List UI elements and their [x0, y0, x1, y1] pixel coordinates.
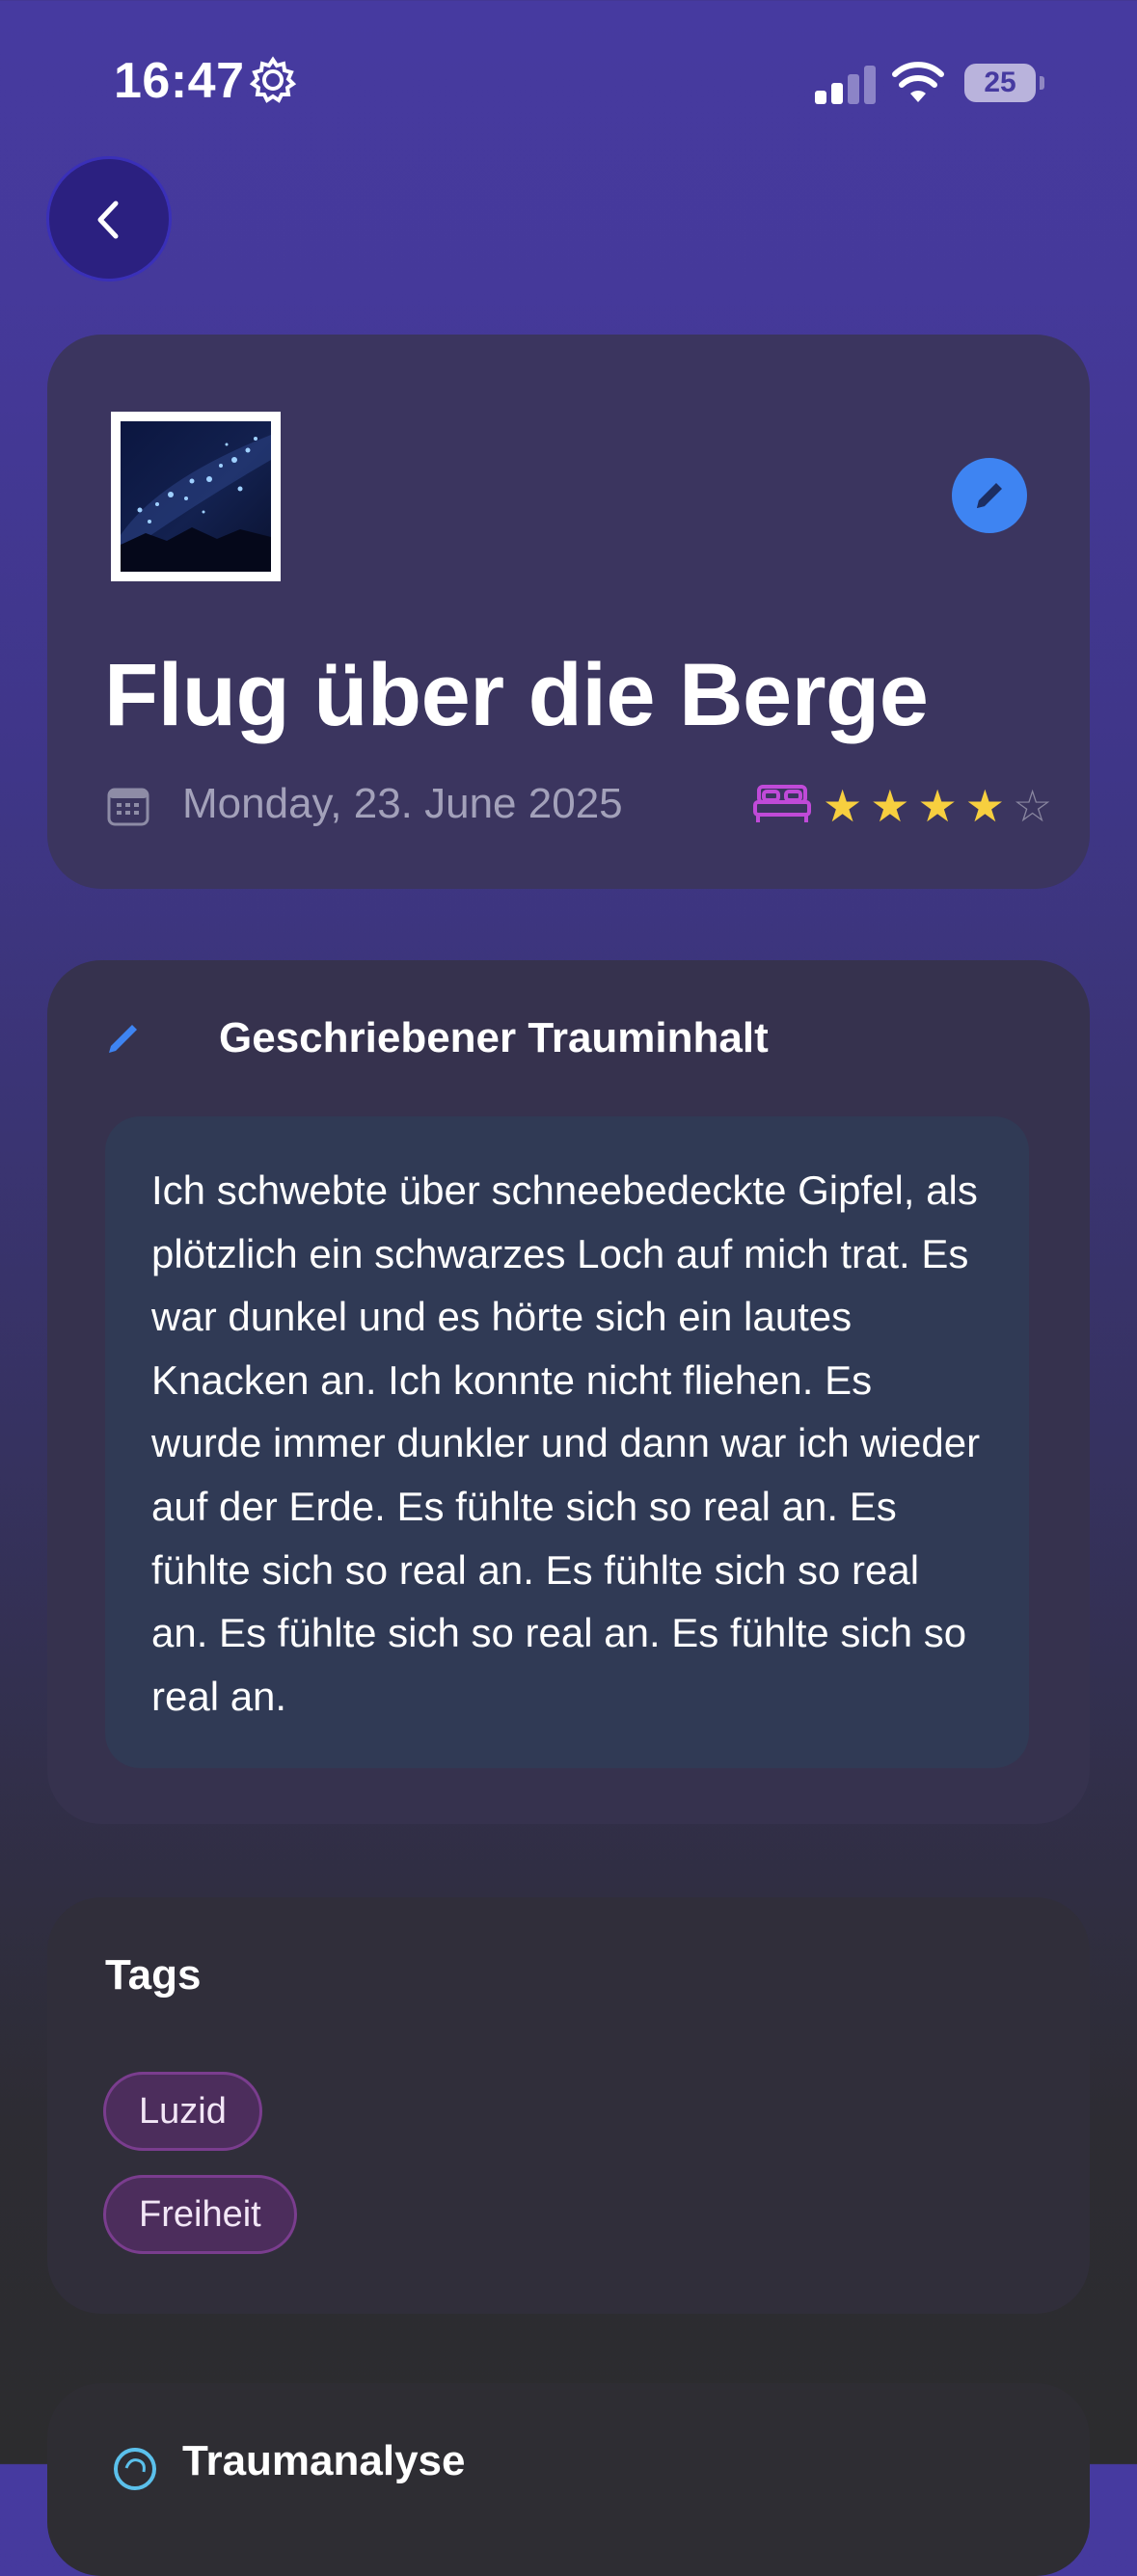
gear-icon — [249, 56, 297, 103]
pencil-icon — [109, 1025, 137, 1053]
chevron-left-icon — [97, 201, 119, 239]
back-button[interactable] — [46, 156, 172, 282]
sleep-quality-rating: ★★★★☆ — [823, 780, 1060, 832]
dream-analysis-card: Traumanalyse — [47, 2383, 1090, 2576]
dream-text-box: Ich schwebte über schneebedeckte Gipfel,… — [105, 1116, 1029, 1768]
rating-stars-empty: ☆ — [1012, 781, 1061, 831]
battery-indicator: 25 — [964, 64, 1036, 102]
tag-chip[interactable]: Freiheit — [103, 2175, 297, 2254]
analysis-title: Traumanalyse — [182, 2437, 466, 2484]
status-bar: 16:47 25 — [0, 0, 1137, 164]
status-time: 16:47 — [114, 53, 245, 109]
rating-stars-filled: ★★★★ — [823, 781, 1013, 831]
dream-content-card: Geschriebener Trauminhalt Ich schwebte ü… — [47, 960, 1090, 1824]
content-section-title: Geschriebener Trauminhalt — [219, 1014, 769, 1061]
dream-title: Flug über die Berge — [104, 646, 929, 744]
night-sky-image — [121, 421, 271, 572]
wifi-icon — [892, 62, 944, 102]
calendar-icon — [107, 788, 149, 826]
dream-text: Ich schwebte über schneebedeckte Gipfel,… — [151, 1167, 981, 1719]
battery-tip — [1040, 76, 1044, 90]
tags-card: Tags Luzid Freiheit — [47, 1897, 1090, 2314]
dream-meta-row: Monday, 23. June 2025 ★★★★☆ — [107, 780, 1071, 832]
tag-chip[interactable]: Luzid — [103, 2072, 262, 2151]
dream-date: Monday, 23. June 2025 — [182, 780, 623, 827]
tags-title: Tags — [105, 1951, 202, 1999]
dream-header-card: Flug über die Berge Monday, 23. June 202… — [47, 335, 1090, 889]
dream-image — [111, 412, 281, 581]
cellular-signal-icon — [815, 60, 876, 104]
brain-icon — [114, 2448, 156, 2490]
edit-button[interactable] — [952, 458, 1027, 533]
pencil-icon — [977, 483, 1002, 508]
bed-icon — [753, 785, 811, 822]
